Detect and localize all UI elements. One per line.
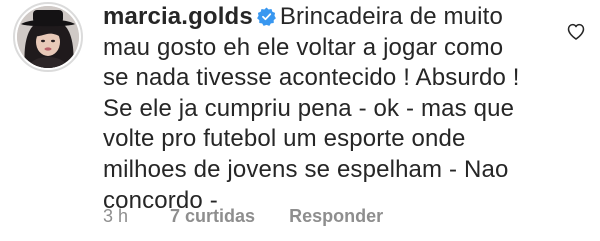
heart-outline-icon[interactable] [566,22,586,42]
username[interactable]: marcia.golds [103,3,253,30]
comment-timestamp: 3 h [103,205,129,226]
reply-button[interactable]: Responder [289,206,383,227]
likes-count-button[interactable]: 7 curtidas [170,206,255,227]
comment-body: marcia.golds Brincadeira de muito mau go… [103,2,523,216]
verified-badge-icon [256,7,276,26]
comment-meta: 3 h 7 curtidas Responder [103,204,383,228]
avatar[interactable] [17,6,79,68]
comment-text: Brincadeira de muito mau gosto eh ele vo… [103,3,520,214]
avatar-ring[interactable] [13,2,83,72]
comment: marcia.golds Brincadeira de muito mau go… [0,0,600,241]
avatar-image [17,6,79,68]
